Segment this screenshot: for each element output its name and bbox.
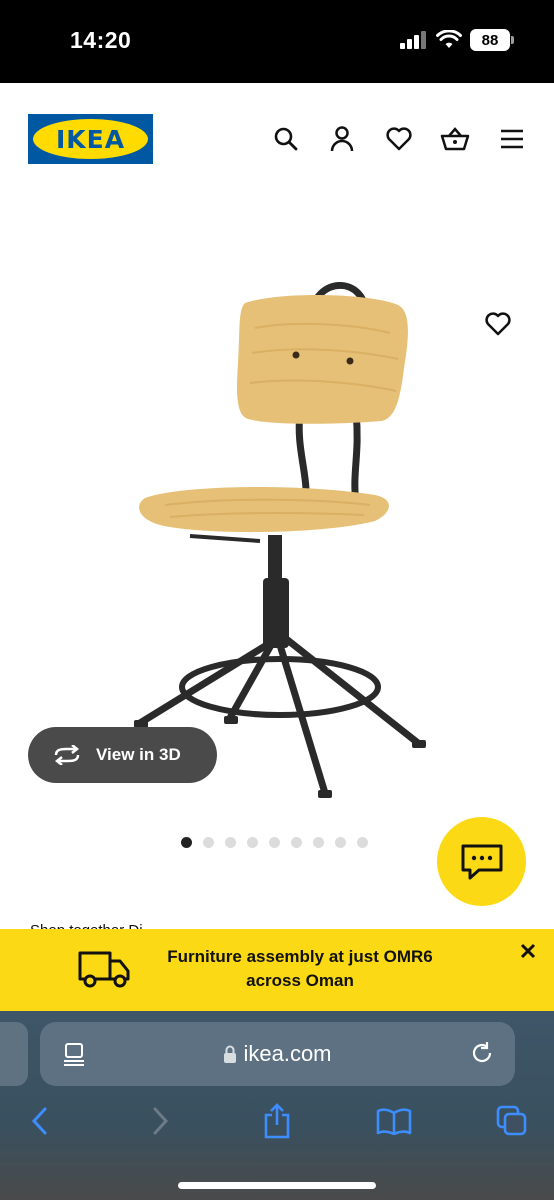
account-icon[interactable] [326, 123, 358, 155]
bookmarks-icon[interactable] [374, 1101, 414, 1141]
banner-text: Furniture assembly at just OMR6 across O… [150, 945, 450, 993]
product-gallery[interactable]: View in 3D [0, 193, 554, 906]
battery-indicator: 88 [470, 29, 514, 51]
menu-icon[interactable] [496, 123, 528, 155]
forward-icon[interactable] [140, 1101, 180, 1141]
signal-icon [400, 31, 426, 49]
status-icons: 88 [400, 29, 514, 51]
carousel-dot[interactable] [357, 837, 368, 848]
logo-oval: IKEA [33, 119, 148, 159]
address-bar[interactable]: ikea.com [40, 1022, 515, 1086]
reload-icon[interactable] [469, 1040, 495, 1066]
banner-line-2: across Oman [246, 971, 354, 990]
banner-line-1: Furniture assembly at just OMR6 [167, 947, 433, 966]
chat-button[interactable] [437, 817, 526, 906]
logo-text: IKEA [55, 124, 126, 154]
tabs-icon[interactable] [492, 1101, 532, 1141]
view-in-3d-button[interactable]: View in 3D [28, 727, 217, 783]
view-in-3d-label: View in 3D [96, 745, 181, 764]
promo-banner[interactable]: Furniture assembly at just OMR6 across O… [0, 929, 554, 1011]
carousel-dot[interactable] [203, 837, 214, 848]
home-indicator[interactable] [178, 1182, 376, 1189]
status-bar: 14:20 88 [0, 0, 554, 83]
carousel-dot[interactable] [269, 837, 280, 848]
close-icon[interactable] [514, 937, 542, 965]
back-icon[interactable] [20, 1101, 60, 1141]
search-icon[interactable] [270, 123, 302, 155]
delivery-truck-icon [72, 939, 136, 999]
carousel-dot[interactable] [313, 837, 324, 848]
previous-tab-preview[interactable] [0, 1022, 28, 1086]
share-icon[interactable] [257, 1101, 297, 1141]
url-text: ikea.com [243, 1041, 332, 1066]
favourite-heart-icon[interactable] [480, 306, 516, 342]
carousel-dot[interactable] [225, 837, 236, 848]
screen: 14:20 88 IKEA View in 3D Furniture assem… [0, 0, 554, 1200]
carousel-dot[interactable] [335, 837, 346, 848]
ikea-logo[interactable]: IKEA [28, 114, 153, 164]
chat-icon [461, 844, 502, 879]
carousel-dots [181, 837, 368, 848]
browser-toolbar: ikea.com [0, 1011, 554, 1200]
reader-mode-icon[interactable] [62, 1042, 86, 1066]
site-header: IKEA [0, 83, 554, 193]
cart-icon[interactable] [439, 123, 471, 155]
status-time: 14:20 [70, 27, 132, 53]
battery-level: 88 [481, 31, 499, 49]
carousel-dot[interactable] [181, 837, 192, 848]
wifi-icon [436, 30, 462, 48]
lock-icon [224, 1045, 237, 1063]
rotate-3d-icon [54, 745, 80, 765]
carousel-dot[interactable] [291, 837, 302, 848]
carousel-dot[interactable] [247, 837, 258, 848]
heart-icon[interactable] [383, 123, 415, 155]
